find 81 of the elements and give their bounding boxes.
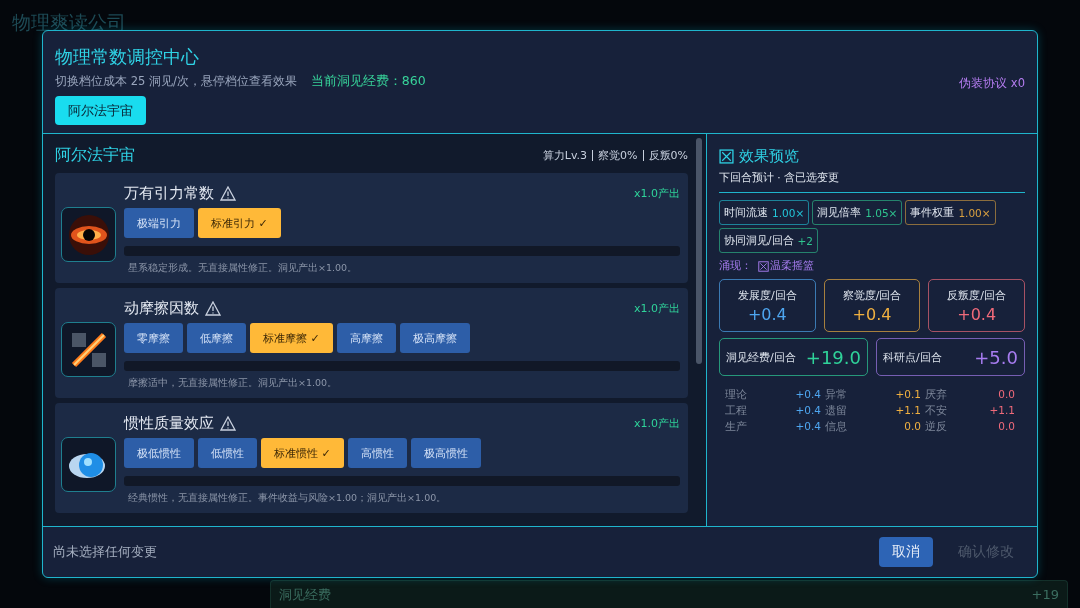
funds-balance: 当前洞见经费：860 (310, 73, 426, 90)
level-option[interactable]: 标准引力 ✓ (198, 208, 281, 238)
breakdown-value: +0.4 (794, 388, 822, 402)
breakdown-value: 0.0 (903, 420, 922, 434)
chip-label: 时间流速 (724, 205, 768, 220)
breakdown-label: 厌弃 (925, 388, 948, 402)
breakdown-value: +1.1 (988, 404, 1016, 418)
selection-status: 尚未选择任何变更 (53, 543, 157, 561)
breakdown-label: 生产 (725, 420, 748, 434)
stat-label: 洞见经费/回合 (726, 349, 796, 365)
preview-title: 效果预览 (739, 146, 799, 166)
chip-value: 1.00× (958, 206, 991, 219)
chip-value: 1.00× (772, 206, 805, 219)
level-option[interactable]: 极高惯性 (410, 438, 481, 468)
stat-value: +0.4 (957, 304, 997, 324)
level-option[interactable]: 低摩擦 (187, 323, 246, 353)
level-option[interactable]: 极高摩擦 (399, 323, 470, 353)
constant-name: 动摩擦因数 (124, 298, 199, 318)
warning-icon (205, 300, 221, 316)
level-option[interactable]: 低惯性 (198, 438, 257, 468)
constant-description: 经典惯性，无直接属性修正。事件收益与风险×1.00；洞见产出×1.00。 (127, 492, 448, 505)
panel-title: 阿尔法宇宙 (55, 144, 135, 166)
level-option[interactable]: 高摩擦 (336, 323, 396, 353)
level-option[interactable]: 极低惯性 (124, 438, 194, 468)
constant-name: 万有引力常数 (124, 183, 214, 203)
stat-label: 察觉度/回合 (842, 287, 902, 303)
breakdown-label: 信息 (825, 420, 848, 434)
breakdown-label: 遗留 (825, 404, 848, 418)
chip-label: 事件权重 (910, 205, 955, 220)
stat-value: +5.0 (974, 346, 1018, 368)
warning-icon (220, 415, 236, 431)
constant-description: 星系稳定形成。无直接属性修正。洞见产出×1.00。 (127, 262, 359, 275)
constant-description: 摩擦适中，无直接属性修正。洞见产出×1.00。 (127, 377, 339, 390)
breakdown-value: +1.1 (894, 404, 922, 418)
stat-label: 反叛度/回合 (947, 287, 1006, 303)
funds-value: +19 (1031, 587, 1059, 602)
stat-label: 发展度/回合 (737, 287, 797, 303)
status-stat: 反叛0% (648, 147, 688, 163)
level-option[interactable]: 高惯性 (347, 438, 407, 468)
emergence-label: 涌现： (719, 259, 752, 273)
level-option[interactable]: 标准摩擦 ✓ (250, 323, 333, 353)
constant-name: 惯性质量效应 (124, 413, 214, 433)
output-multiplier: x1.0产出 (634, 185, 680, 201)
cancel-button[interactable]: 取消 (879, 537, 933, 567)
chip-value: 1.05× (865, 206, 898, 219)
crossed-box-icon (758, 260, 769, 272)
breakdown-value: +0.4 (794, 420, 822, 434)
chip-value: +2 (797, 234, 814, 247)
disguise-count: 伪装协议 x0 (959, 76, 1025, 91)
universe-tab[interactable]: 阿尔法宇宙 (55, 96, 146, 125)
status-stat: 算力Lv.3 (542, 147, 588, 163)
level-option[interactable]: 标准惯性 ✓ (261, 438, 344, 468)
breakdown-value: 0.0 (997, 420, 1016, 434)
vortex-icon (67, 213, 110, 256)
breakdown-label: 理论 (725, 388, 748, 402)
preview-subtitle: 下回合预计 · 含已选变更 (719, 171, 1025, 193)
warning-icon (220, 185, 236, 201)
breakdown-value: 0.0 (997, 388, 1016, 402)
output-multiplier: x1.0产出 (634, 415, 680, 431)
level-option[interactable]: 零摩擦 (124, 323, 183, 353)
breakdown-value: +0.4 (794, 404, 822, 418)
funds-label: 洞见经费 (279, 585, 331, 604)
stat-value: +0.4 (747, 304, 787, 324)
breakdown-label: 异常 (825, 388, 848, 402)
emergence-value: 温柔摇篮 (770, 259, 814, 273)
stat-label: 科研点/回合 (883, 349, 942, 365)
chip-label: 协同洞见/回合 (724, 233, 794, 248)
breakdown-label: 不安 (925, 404, 948, 418)
cost-note: 切换档位成本 25 洞见/次，悬停档位查看效果 (55, 74, 297, 89)
dialog-title: 物理常数调控中心 (55, 45, 200, 69)
scrollbar[interactable] (696, 138, 702, 364)
status-stat: 察觉0% (598, 147, 638, 163)
breakdown-value: +0.1 (894, 388, 922, 402)
breakdown-label: 工程 (725, 404, 748, 418)
crossed-box-icon (719, 148, 734, 164)
stat-value: +19.0 (805, 346, 861, 368)
breakdown-label: 逆反 (925, 420, 948, 434)
level-option[interactable]: 极端引力 (124, 208, 194, 238)
chip-label: 洞见倍率 (817, 205, 862, 220)
output-multiplier: x1.0产出 (634, 300, 680, 316)
stat-value: +0.4 (852, 304, 892, 324)
